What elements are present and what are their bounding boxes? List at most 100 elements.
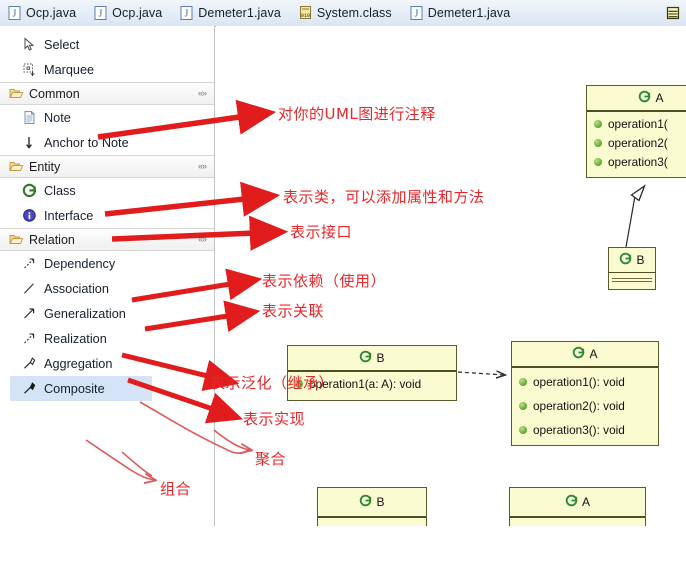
svg-text:J: J <box>414 9 418 20</box>
palette-tool-label: Marquee <box>44 62 95 77</box>
editor-tab-2[interactable]: J Demeter1.java <box>172 1 291 26</box>
palette-item-composite[interactable]: Composite <box>10 376 152 401</box>
chevron-collapse-icon[interactable]: «» <box>198 88 207 98</box>
uml-operation-label: operation3( <box>608 154 668 169</box>
editor-tab-bar: J Ocp.java J Ocp.java J Demeter1.java 01… <box>0 0 686 27</box>
uml-class-a-middle[interactable]: A operation1(): void operation2(): void … <box>511 341 659 446</box>
annotation-note: 对你的UML图进行注释 <box>278 105 436 123</box>
cursor-arrow-icon <box>22 37 37 52</box>
uml-class-name: A <box>589 347 598 361</box>
palette-tool-select[interactable]: Select <box>0 32 214 57</box>
uml-compartment-divider <box>612 281 652 282</box>
annotation-realization: 表示实现 <box>243 410 306 428</box>
palette-item-interface[interactable]: Interface <box>0 203 214 228</box>
palette-group-label: Relation <box>29 232 75 247</box>
palette-group-relation[interactable]: Relation «» <box>0 228 214 251</box>
palette-item-label: Aggregation <box>44 356 113 371</box>
uml-class-b-top-right[interactable]: B <box>608 247 656 290</box>
palette-item-label: Association <box>44 281 109 296</box>
uml-class-header: A <box>512 342 658 368</box>
editor-tab-label: System.class <box>316 6 392 20</box>
uml-class-header: A <box>510 488 645 518</box>
public-member-icon <box>594 119 602 128</box>
plain-line-icon <box>22 281 37 296</box>
palette-group-label: Common <box>29 86 80 101</box>
palette-item-label: Realization <box>44 331 107 346</box>
anchor-arrow-icon <box>22 135 37 150</box>
class-green-icon <box>619 252 632 268</box>
uml-operation-label: operation2(): void <box>533 399 625 413</box>
palette-item-realization[interactable]: Realization <box>0 326 214 351</box>
editor-tab-3[interactable]: 010 System.class <box>291 1 402 26</box>
annotation-dependency: 表示依赖（使用） <box>262 272 387 290</box>
interface-blue-icon <box>22 208 37 223</box>
editor-tab-4[interactable]: J Demeter1.java <box>402 1 521 26</box>
class-green-icon <box>572 346 585 362</box>
public-member-icon <box>519 402 527 410</box>
uml-class-a-bottom[interactable]: A <box>509 487 646 531</box>
public-member-icon <box>519 378 527 386</box>
chevron-collapse-icon[interactable]: «» <box>198 234 207 244</box>
uml-class-b-bottom[interactable]: B <box>317 487 427 531</box>
editor-tab-1[interactable]: J Ocp.java <box>86 1 172 26</box>
class-file-icon: 010 <box>299 6 312 20</box>
annotation-generalization: 表示泛化（继承） <box>210 374 335 392</box>
class-green-icon <box>22 183 37 198</box>
uml-class-name: A <box>655 91 664 105</box>
palette-group-entity[interactable]: Entity «» <box>0 155 214 178</box>
public-member-icon <box>594 138 602 147</box>
palette-item-label: Interface <box>44 208 94 223</box>
tab-list-menu-icon[interactable] <box>662 1 684 26</box>
editor-tab-label: Ocp.java <box>112 6 163 20</box>
filled-diamond-icon <box>22 381 37 396</box>
palette-item-label: Composite <box>44 381 105 396</box>
svg-text:J: J <box>13 9 17 20</box>
editor-tab-label: Ocp.java <box>26 6 77 20</box>
uml-operation-row[interactable]: operation3( <box>587 152 686 171</box>
palette-tool-label: Select <box>44 37 80 52</box>
annotation-composition: 组合 <box>160 480 192 498</box>
palette-item-label: Generalization <box>44 306 126 321</box>
java-file-icon: J <box>8 6 21 20</box>
public-member-icon <box>594 157 602 166</box>
hollow-diamond-icon <box>22 356 37 371</box>
uml-class-name: B <box>376 495 385 509</box>
uml-operation-row[interactable]: operation1( <box>587 114 686 133</box>
palette-item-aggregation[interactable]: Aggregation <box>0 351 214 376</box>
uml-operation-row[interactable]: operation1(): void <box>512 370 658 394</box>
palette-item-association[interactable]: Association <box>0 276 214 301</box>
palette-item-generalization[interactable]: Generalization <box>0 301 214 326</box>
palette-item-label: Class <box>44 183 76 198</box>
editor-tab-0[interactable]: J Ocp.java <box>0 1 86 26</box>
open-folder-icon <box>9 159 24 174</box>
uml-operation-label: operation1( <box>608 116 668 131</box>
java-file-icon: J <box>410 6 423 20</box>
uml-class-name: B <box>376 351 385 365</box>
uml-operation-row[interactable]: operation3(): void <box>512 418 658 442</box>
palette-group-label: Entity <box>29 159 61 174</box>
annotation-class: 表示类，可以添加属性和方法 <box>283 188 485 206</box>
dashed-hollow-arrow-icon <box>22 331 37 346</box>
editor-tab-label: Demeter1.java <box>427 6 511 20</box>
uml-class-a-top-right[interactable]: A operation1( operation2( operation3( <box>586 85 686 178</box>
palette-group-common[interactable]: Common «» <box>0 82 214 105</box>
dashed-arrow-icon <box>22 256 37 271</box>
uml-operation-row[interactable]: operation2( <box>587 133 686 152</box>
svg-text:J: J <box>185 9 189 20</box>
palette-item-dependency[interactable]: Dependency <box>0 251 214 276</box>
note-page-icon <box>22 110 37 125</box>
palette-tool-marquee[interactable]: Marquee <box>0 57 214 82</box>
palette-item-note[interactable]: Note <box>0 105 214 130</box>
uml-compartment-divider <box>612 278 652 279</box>
palette-item-class[interactable]: Class <box>0 178 214 203</box>
uml-operations-compartment: operation1( operation2( operation3( <box>587 112 686 173</box>
class-green-icon <box>565 494 578 510</box>
palette-item-anchor-to-note[interactable]: Anchor to Note <box>0 130 214 155</box>
palette-panel: Select Marquee Common «» Note Anchor to … <box>0 26 215 526</box>
chevron-collapse-icon[interactable]: «» <box>198 161 207 171</box>
uml-empty-compartments <box>609 273 655 282</box>
uml-operation-row[interactable]: operation2(): void <box>512 394 658 418</box>
class-green-icon <box>638 90 651 106</box>
class-green-icon <box>359 350 372 366</box>
svg-text:J: J <box>99 9 103 20</box>
